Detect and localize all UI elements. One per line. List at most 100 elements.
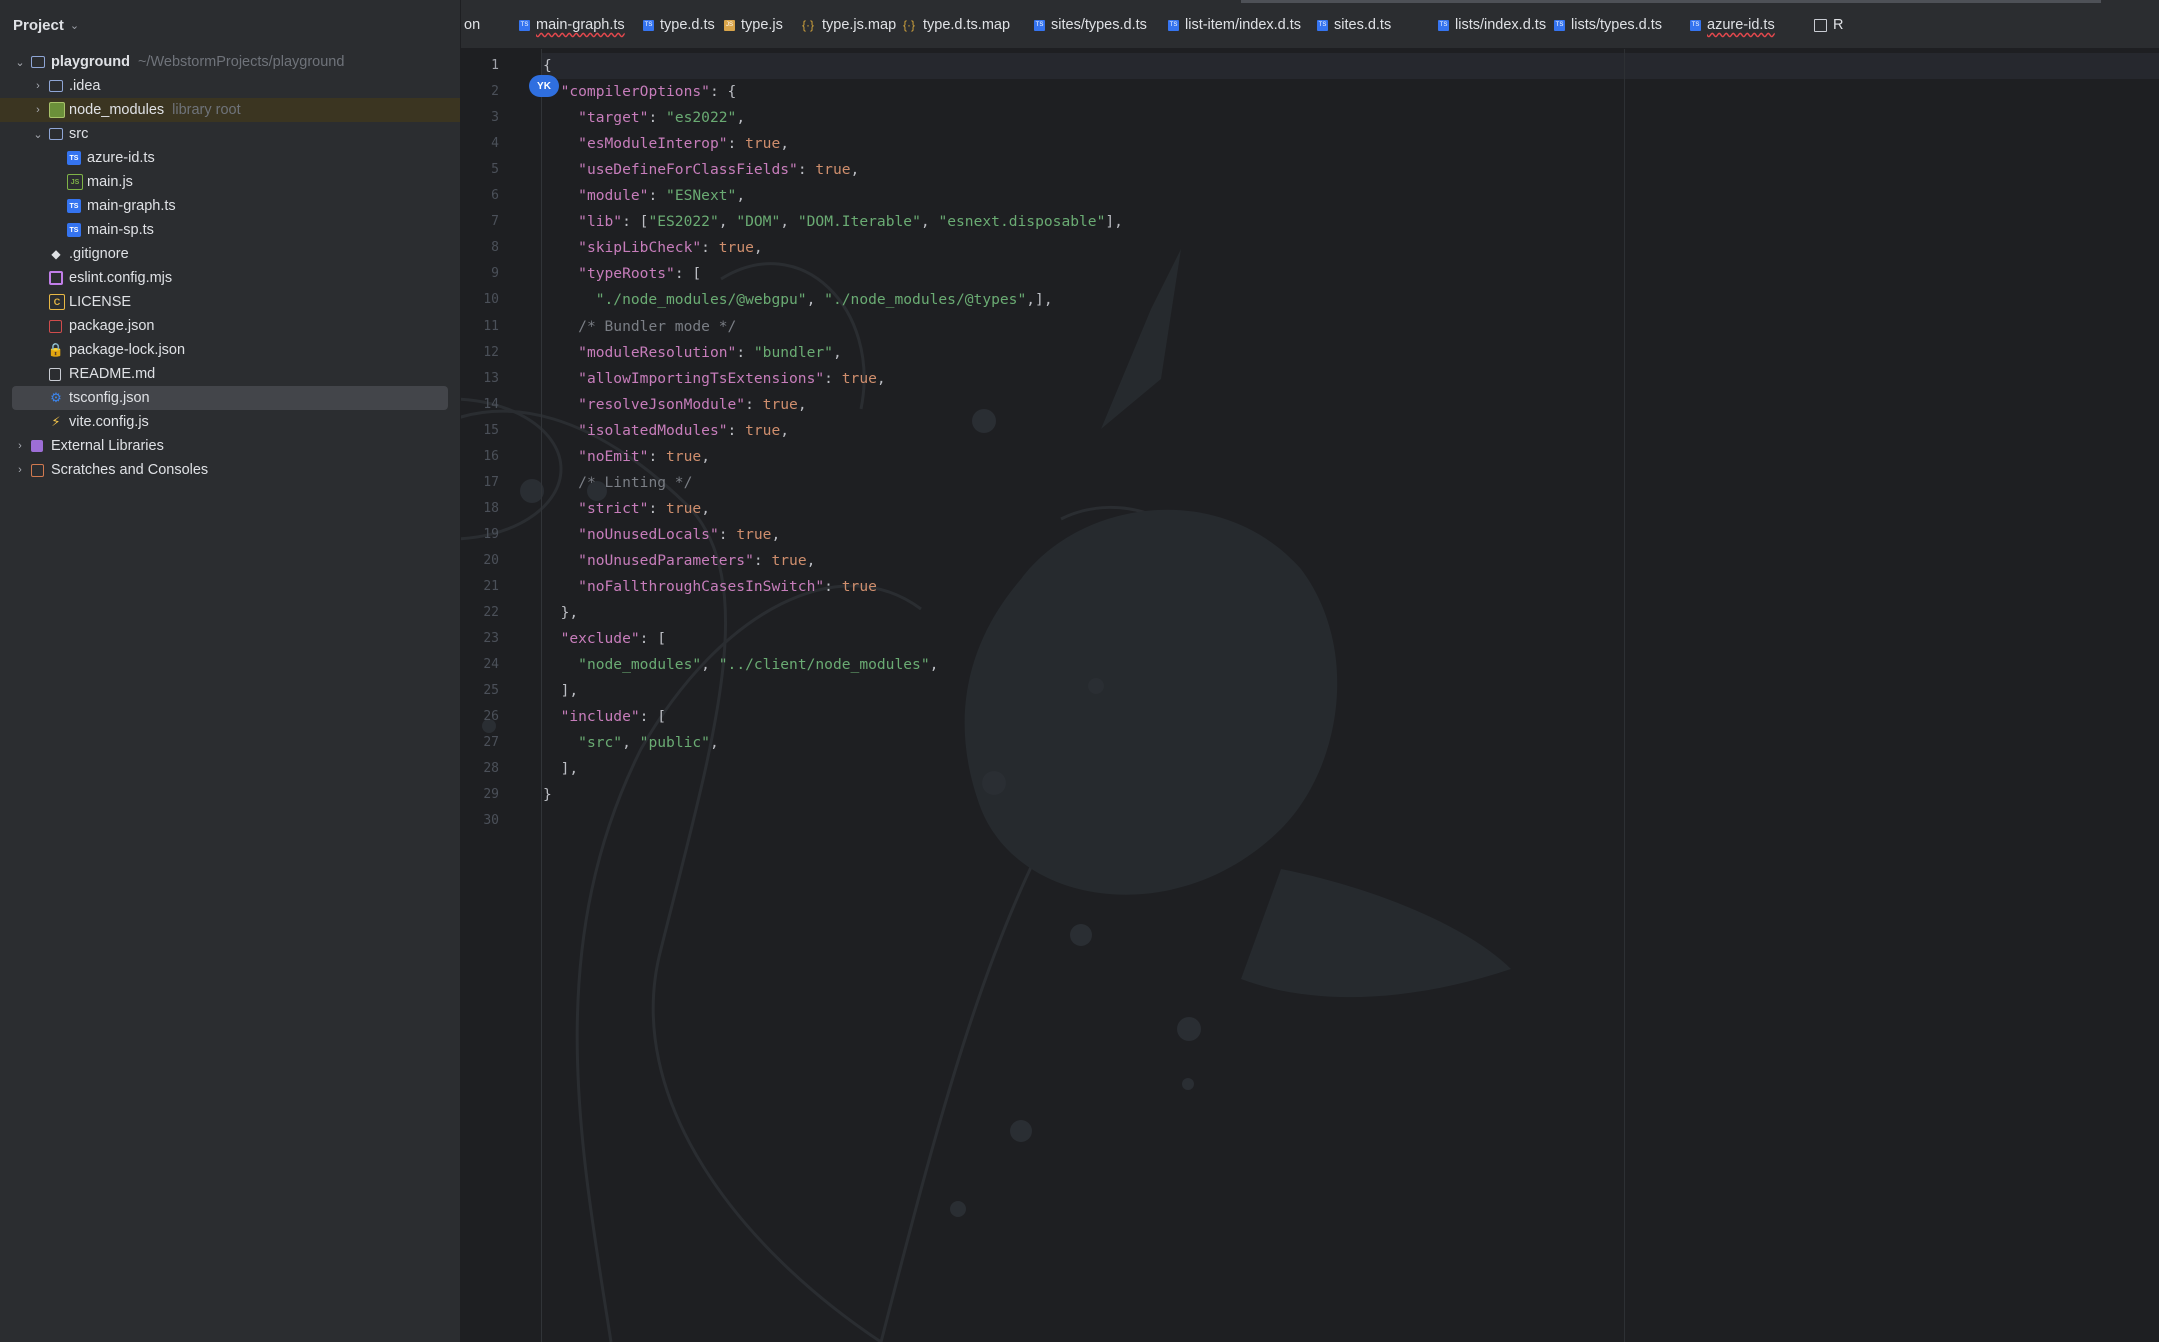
tree-item-license[interactable]: C LICENSE	[0, 290, 460, 314]
tab-sites-d-ts[interactable]: TS sites.d.ts	[1317, 14, 1391, 36]
tree-item-playground[interactable]: ⌄ playground ~/WebstormProjects/playground	[0, 50, 460, 74]
line-number[interactable]: 5	[461, 157, 499, 183]
tree-item-gitignore[interactable]: ◆ .gitignore	[0, 242, 460, 266]
collaborator-avatar[interactable]: YK	[529, 75, 559, 97]
line-number[interactable]: 13	[461, 366, 499, 392]
line-number[interactable]: 27	[461, 730, 499, 756]
code-line[interactable]: ],	[543, 756, 579, 782]
code-line[interactable]: "strict": true,	[543, 496, 710, 522]
code-line[interactable]: "node_modules", "../client/node_modules"…	[543, 652, 938, 678]
line-number[interactable]: 20	[461, 548, 499, 574]
line-number[interactable]: 4	[461, 131, 499, 157]
line-number[interactable]: 23	[461, 626, 499, 652]
line-number[interactable]: 26	[461, 704, 499, 730]
line-number[interactable]: 21	[461, 574, 499, 600]
tree-item-main-sp-ts[interactable]: TS main-sp.ts	[0, 218, 460, 242]
line-number[interactable]: 17	[461, 470, 499, 496]
line-number-gutter[interactable]: 1 2 3 4 5 6 7 8 9 10 11 12 13 14 15 16 17 18 19 20 21 22 23 24 2…	[461, 49, 541, 1342]
tree-item-node-modules[interactable]: › node_modules library root	[0, 98, 460, 122]
tab-on[interactable]: on	[464, 14, 480, 36]
line-number[interactable]: 1	[461, 53, 499, 79]
tab-r[interactable]: R	[1814, 14, 1843, 36]
line-number[interactable]: 16	[461, 444, 499, 470]
line-number[interactable]: 12	[461, 340, 499, 366]
tree-item-scratches-and-consoles[interactable]: › Scratches and Consoles	[0, 458, 460, 482]
code-line[interactable]: "noUnusedLocals": true,	[543, 522, 780, 548]
chevron-right-icon[interactable]: ›	[13, 440, 27, 452]
tree-item-main-graph-ts[interactable]: TS main-graph.ts	[0, 194, 460, 218]
code-editor[interactable]: 1 2 3 4 5 6 7 8 9 10 11 12 13 14 15 16 17 18 19 20 21 22 23 24 2…	[461, 49, 2159, 1342]
line-number[interactable]: 22	[461, 600, 499, 626]
line-number[interactable]: 10	[461, 287, 499, 313]
tree-item-eslint-config-mjs[interactable]: eslint.config.mjs	[0, 266, 460, 290]
tab-lists-index-d-ts[interactable]: TS lists/index.d.ts	[1438, 14, 1546, 36]
line-number[interactable]: 9	[461, 261, 499, 287]
code-line[interactable]: "noFallthroughCasesInSwitch": true	[543, 574, 877, 600]
code-line[interactable]: /* Bundler mode */	[543, 314, 736, 340]
line-number[interactable]: 30	[461, 808, 499, 834]
chevron-down-icon[interactable]: ⌄	[13, 56, 27, 69]
code-line[interactable]: ],	[543, 678, 579, 704]
tab-scrollbar[interactable]	[1241, 0, 2101, 3]
chevron-right-icon[interactable]: ›	[31, 104, 45, 116]
line-number[interactable]: 2	[461, 79, 499, 105]
tree-item-azure-id-ts[interactable]: TS azure-id.ts	[0, 146, 460, 170]
line-number[interactable]: 25	[461, 678, 499, 704]
code-line[interactable]: "./node_modules/@webgpu", "./node_module…	[543, 287, 1053, 313]
line-number[interactable]: 24	[461, 652, 499, 678]
tree-item-package-json[interactable]: package.json	[0, 314, 460, 338]
line-number[interactable]: 8	[461, 235, 499, 261]
tree-item-src[interactable]: ⌄ src	[0, 122, 460, 146]
tab-type-js[interactable]: JS type.js	[724, 14, 783, 36]
line-number[interactable]: 28	[461, 756, 499, 782]
line-number[interactable]: 18	[461, 496, 499, 522]
code-line[interactable]: "src", "public",	[543, 730, 719, 756]
code-line[interactable]: "compilerOptions": {	[543, 79, 737, 105]
code-line[interactable]: "useDefineForClassFields": true,	[543, 157, 859, 183]
tab-main-graph-ts[interactable]: TS main-graph.ts	[519, 14, 625, 36]
tab-lists-types-d-ts[interactable]: TS lists/types.d.ts	[1554, 14, 1662, 36]
tree-item-package-lock-json[interactable]: 🔒 package-lock.json	[0, 338, 460, 362]
tab-list-item-index-d-ts[interactable]: TS list-item/index.d.ts	[1168, 14, 1301, 36]
code-line[interactable]: "allowImportingTsExtensions": true,	[543, 366, 886, 392]
tree-item-tsconfig-json[interactable]: ⚙ tsconfig.json	[12, 386, 448, 410]
tree-item-vite-config-js[interactable]: ⚡ vite.config.js	[0, 410, 460, 434]
chevron-right-icon[interactable]: ›	[13, 464, 27, 476]
code-line[interactable]: }	[543, 782, 552, 808]
code-line[interactable]: "esModuleInterop": true,	[543, 131, 789, 157]
code-line[interactable]: "noUnusedParameters": true,	[543, 548, 815, 574]
code-line[interactable]: "moduleResolution": "bundler",	[543, 340, 842, 366]
tab-azure-id-ts[interactable]: TS azure-id.ts	[1690, 14, 1775, 36]
code-line[interactable]: "exclude": [	[543, 626, 666, 652]
tab-sites-types-d-ts[interactable]: TS sites/types.d.ts	[1034, 14, 1147, 36]
code-line[interactable]: "module": "ESNext",	[543, 183, 745, 209]
line-number[interactable]: 7	[461, 209, 499, 235]
project-view-selector[interactable]: Project ⌄	[13, 14, 79, 36]
code-line[interactable]: "target": "es2022",	[543, 105, 745, 131]
chevron-down-icon[interactable]: ⌄	[31, 128, 45, 141]
code-line[interactable]: "resolveJsonModule": true,	[543, 392, 806, 418]
line-number[interactable]: 3	[461, 105, 499, 131]
tab-type-js-map[interactable]: {·} type.js.map	[800, 14, 896, 36]
tree-item-external-libraries[interactable]: › External Libraries	[0, 434, 460, 458]
line-number[interactable]: 6	[461, 183, 499, 209]
code-line[interactable]: "isolatedModules": true,	[543, 418, 789, 444]
code-line[interactable]: "typeRoots": [	[543, 261, 701, 287]
tab-type-d-ts-map[interactable]: {·} type.d.ts.map	[901, 14, 1010, 36]
line-number[interactable]: 14	[461, 392, 499, 418]
code-line[interactable]: "lib": ["ES2022", "DOM", "DOM.Iterable",…	[543, 209, 1123, 235]
chevron-right-icon[interactable]: ›	[31, 80, 45, 92]
line-number[interactable]: 19	[461, 522, 499, 548]
tree-item-main-js[interactable]: JS main.js	[0, 170, 460, 194]
tab-type-d-ts[interactable]: TS type.d.ts	[643, 14, 715, 36]
tree-item-readme-md[interactable]: README.md	[0, 362, 460, 386]
line-number[interactable]: 15	[461, 418, 499, 444]
line-number[interactable]: 29	[461, 782, 499, 808]
code-line[interactable]: },	[543, 600, 579, 626]
code-line[interactable]: /* Linting */	[543, 470, 692, 496]
code-line[interactable]: "noEmit": true,	[543, 444, 710, 470]
tree-item-idea[interactable]: › .idea	[0, 74, 460, 98]
code-line[interactable]: "include": [	[543, 704, 666, 730]
code-line[interactable]: "skipLibCheck": true,	[543, 235, 763, 261]
line-number[interactable]: 11	[461, 314, 499, 340]
